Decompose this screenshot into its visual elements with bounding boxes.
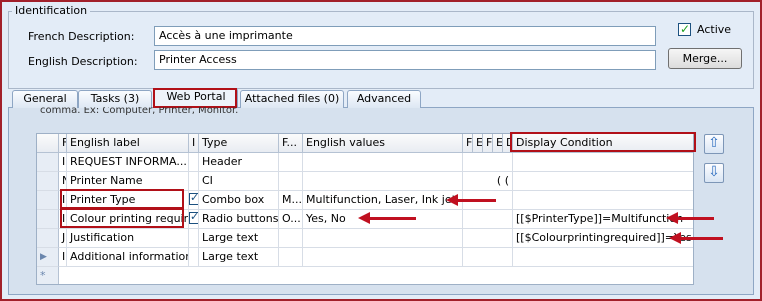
table-cell[interactable]: I (59, 248, 67, 267)
table-cell-label[interactable]: Additional information (67, 248, 189, 267)
arrow-down-icon: ⇩ (708, 164, 720, 180)
table-cell-condition[interactable] (513, 172, 693, 191)
table-cell-checkbox[interactable] (189, 172, 199, 191)
table-cell[interactable] (463, 229, 513, 248)
checkmark-icon: ✓ (190, 191, 199, 204)
table-cell-values[interactable] (303, 229, 463, 248)
row-header[interactable] (37, 210, 59, 229)
table-cell-type[interactable]: Header (199, 153, 279, 172)
row-header[interactable] (37, 229, 59, 248)
checkmark-icon: ✓ (680, 22, 691, 36)
table-cell-checkbox[interactable] (189, 153, 199, 172)
merge-button[interactable]: Merge... (668, 48, 742, 69)
table-cell[interactable] (279, 248, 303, 267)
column-header-english-values[interactable]: English values (303, 134, 463, 153)
identification-title: Identification (12, 4, 91, 17)
french-description-label: French Description: (28, 30, 135, 43)
table-cell[interactable] (279, 229, 303, 248)
table-cell[interactable]: O... (279, 210, 303, 229)
arrow-line (456, 199, 496, 202)
table-cell[interactable]: J (59, 229, 67, 248)
row-header[interactable] (37, 172, 59, 191)
column-header-e[interactable]: E (473, 134, 483, 153)
table-cell-checkbox[interactable]: ✓ (189, 210, 199, 229)
web-portal-tab-highlight (153, 88, 237, 108)
table-cell-condition[interactable] (513, 191, 693, 210)
active-label: Active (697, 23, 732, 36)
tab-general[interactable]: General (12, 90, 78, 108)
colour-printing-highlight (60, 208, 184, 228)
row-header-corner (37, 134, 59, 153)
column-header-f4[interactable]: F (483, 134, 493, 153)
move-up-button[interactable]: ⇧ (704, 134, 724, 154)
tab-attached-files[interactable]: Attached files (0) (240, 90, 344, 108)
new-row[interactable] (59, 267, 693, 284)
table-cell-type[interactable]: Large text (199, 229, 279, 248)
column-header-f2[interactable]: F... (279, 134, 303, 153)
row-checkbox[interactable]: ✓ (189, 191, 199, 205)
table-cell-values[interactable] (303, 153, 463, 172)
new-row-icon[interactable]: * (37, 267, 59, 284)
table-cell-condition[interactable]: [[$Colourprintingrequired]]=Yes (513, 229, 693, 248)
display-condition-highlight (510, 132, 696, 152)
arrow-line (676, 217, 714, 220)
table-cell[interactable] (463, 153, 513, 172)
checkmark-icon: ✓ (190, 210, 199, 223)
column-header-f3[interactable]: F (463, 134, 473, 153)
active-checkbox[interactable]: ✓ (678, 22, 691, 36)
arrow-line (679, 237, 723, 240)
table-cell-values[interactable] (303, 248, 463, 267)
table-cell-type[interactable]: Radio buttons (199, 210, 279, 229)
column-header-e2[interactable]: E (493, 134, 503, 153)
table-cell-condition[interactable] (513, 153, 693, 172)
table-cell-label[interactable]: REQUEST INFORMA... (67, 153, 189, 172)
table-cell-checkbox[interactable] (189, 248, 199, 267)
row-header-current[interactable]: ▶ (37, 248, 59, 267)
table-cell[interactable] (279, 172, 303, 191)
tab-advanced[interactable]: Advanced (347, 90, 421, 108)
english-description-field[interactable]: Printer Access (154, 50, 656, 70)
column-header-english-label[interactable]: English label (67, 134, 189, 153)
arrow-line (368, 217, 416, 220)
tab-tasks[interactable]: Tasks (3) (78, 90, 152, 108)
table-cell-condition[interactable] (513, 248, 693, 267)
column-header-f[interactable]: F (59, 134, 67, 153)
english-description-label: English Description: (28, 55, 138, 68)
table-cell-checkbox[interactable] (189, 229, 199, 248)
table-cell-type[interactable]: Combo box (199, 191, 279, 210)
table-cell-label[interactable]: Justification (67, 229, 189, 248)
table-cell[interactable] (463, 248, 513, 267)
hint-text: comma. Ex: Computer, Printer, Monitor. (40, 107, 239, 116)
table-cell[interactable] (279, 153, 303, 172)
table-cell[interactable]: M... (279, 191, 303, 210)
column-header-i[interactable]: I (189, 134, 199, 153)
column-header-type[interactable]: Type (199, 134, 279, 153)
row-header[interactable] (37, 191, 59, 210)
table-cell-checkbox[interactable]: ✓ (189, 191, 199, 210)
move-down-button[interactable]: ⇩ (704, 163, 724, 183)
table-cell[interactable]: I (59, 153, 67, 172)
printer-type-highlight (60, 189, 184, 209)
row-checkbox[interactable]: ✓ (189, 210, 199, 224)
table-cell-values[interactable]: Multifunction, Laser, Ink jet (303, 191, 463, 210)
table-cell[interactable] (463, 210, 513, 229)
table-cell-values[interactable] (303, 172, 463, 191)
table-cell-type[interactable]: CI (199, 172, 279, 191)
row-header[interactable] (37, 153, 59, 172)
french-description-field[interactable]: Accès à une imprimante (154, 26, 656, 46)
table-cell-type[interactable]: Large text (199, 248, 279, 267)
arrow-up-icon: ⇧ (708, 135, 720, 151)
table-cell[interactable]: ( ( (463, 172, 513, 191)
